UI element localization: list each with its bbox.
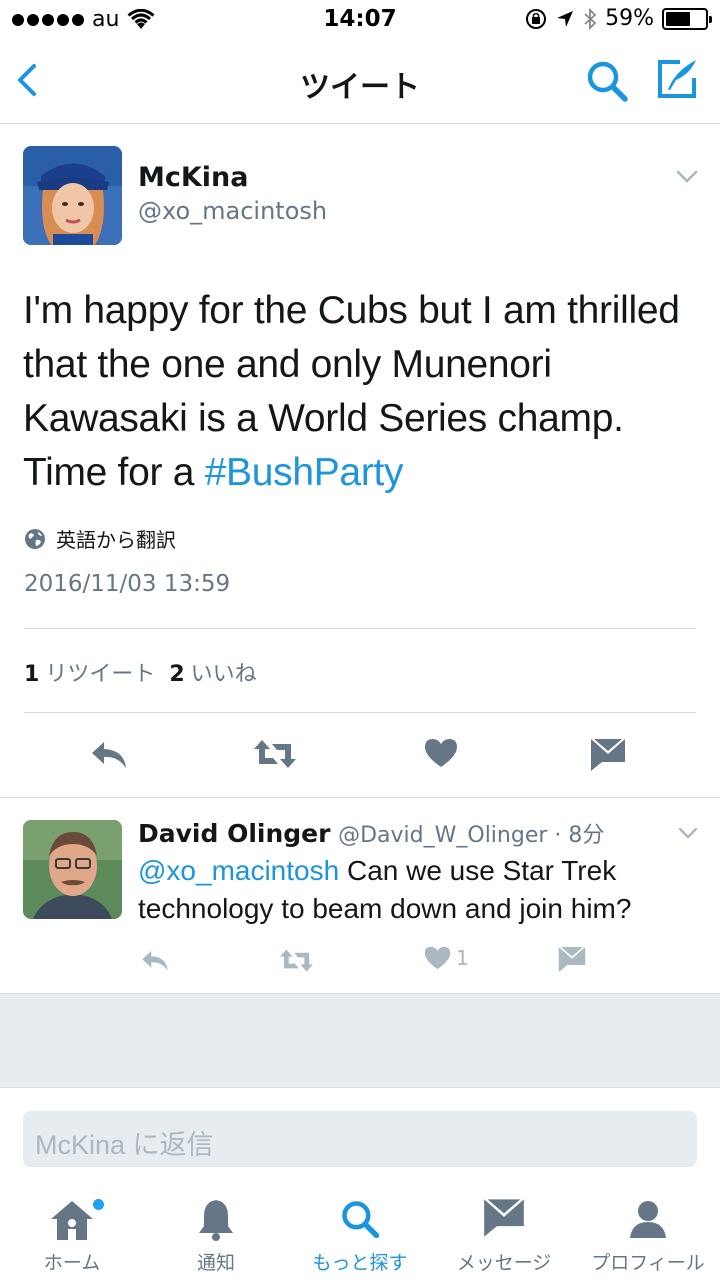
- reply-icon[interactable]: [90, 738, 128, 770]
- tab-notifications[interactable]: 通知: [144, 1190, 288, 1280]
- reply-author-meta[interactable]: @David_W_Olinger · 8分: [338, 823, 604, 848]
- retweet-icon[interactable]: [252, 738, 298, 770]
- reply-text: @xo_macintosh Can we use Star Trek techn…: [138, 852, 708, 928]
- reply-actions: [0, 940, 720, 980]
- chevron-down-icon[interactable]: [676, 170, 698, 184]
- direct-message-icon[interactable]: [558, 946, 586, 973]
- battery-percent: 59%: [605, 6, 654, 31]
- status-icons: 59%: [525, 6, 712, 31]
- translate-link[interactable]: 英語から翻訳: [24, 524, 176, 553]
- nav-bar: ツイート: [0, 40, 720, 124]
- avatar[interactable]: [23, 146, 122, 245]
- divider: [24, 628, 696, 629]
- tab-label: ホーム: [43, 1252, 101, 1274]
- tab-label: プロフィール: [591, 1252, 705, 1274]
- heart-icon[interactable]: [424, 738, 458, 768]
- retweet-count: 1: [24, 662, 40, 687]
- divider: [24, 712, 696, 713]
- home-icon: [51, 1201, 93, 1240]
- bell-icon: [199, 1200, 233, 1241]
- avatar[interactable]: [23, 820, 122, 919]
- avatar-mckina-image: [23, 146, 122, 245]
- globe-icon: [25, 528, 45, 549]
- like-stat[interactable]: 2 いいね: [169, 656, 256, 688]
- status-bar: au 14:07 59%: [0, 0, 720, 40]
- tab-label: 通知: [196, 1252, 235, 1274]
- reply-like-count: 1: [456, 946, 469, 970]
- location-arrow-icon: [557, 10, 574, 27]
- search-icon[interactable]: [584, 58, 630, 104]
- tweet-actions: [0, 732, 720, 782]
- reply-icon[interactable]: [140, 948, 170, 972]
- retweet-icon[interactable]: [278, 948, 315, 973]
- tweet-stats: 1 リツイート 2 いいね: [24, 656, 257, 688]
- notification-dot: [93, 1199, 104, 1210]
- tab-bar: ホーム 通知 もっと探す メッセージ プロフィール: [0, 1190, 720, 1280]
- empty-area: [0, 993, 720, 1088]
- battery-icon: [662, 7, 712, 30]
- reply-header: David Olinger @David_W_Olinger · 8分: [138, 817, 604, 849]
- tab-label: メッセージ: [456, 1252, 552, 1274]
- tweet-text: I'm happy for the Cubs but I am thrilled…: [23, 284, 703, 500]
- avatar-david-image: [23, 820, 122, 919]
- tab-messages[interactable]: メッセージ: [432, 1190, 576, 1280]
- tab-label: もっと探す: [312, 1252, 408, 1274]
- heart-icon[interactable]: [424, 946, 451, 970]
- mention-link[interactable]: @xo_macintosh: [138, 855, 339, 886]
- like-stat-label: いいね: [190, 662, 257, 687]
- reply-input[interactable]: McKina に返信: [23, 1111, 697, 1167]
- reply-author-name[interactable]: David Olinger: [138, 819, 330, 848]
- tab-home[interactable]: ホーム: [0, 1190, 144, 1280]
- tweet-timestamp: 2016/11/03 13:59: [24, 571, 231, 597]
- hashtag-link[interactable]: #BushParty: [205, 451, 404, 494]
- person-icon: [630, 1201, 666, 1238]
- retweet-stat-label: リツイート: [45, 662, 156, 687]
- tweet-author-name[interactable]: McKina: [138, 162, 249, 193]
- tab-explore[interactable]: もっと探す: [288, 1190, 432, 1280]
- like-count: 2: [169, 662, 185, 687]
- rotation-lock-icon: [526, 8, 547, 29]
- search-icon: [342, 1201, 380, 1239]
- tweet-author-handle[interactable]: @xo_macintosh: [138, 197, 327, 225]
- direct-message-icon[interactable]: [590, 738, 626, 772]
- bluetooth-icon: [584, 7, 597, 30]
- tab-profile[interactable]: プロフィール: [576, 1190, 720, 1280]
- retweet-stat[interactable]: 1 リツイート: [24, 656, 155, 688]
- translate-label: 英語から翻訳: [56, 528, 176, 552]
- divider: [0, 797, 720, 798]
- compose-tweet-icon[interactable]: [654, 56, 700, 102]
- chevron-down-icon[interactable]: [678, 827, 698, 840]
- envelope-icon: [484, 1199, 524, 1237]
